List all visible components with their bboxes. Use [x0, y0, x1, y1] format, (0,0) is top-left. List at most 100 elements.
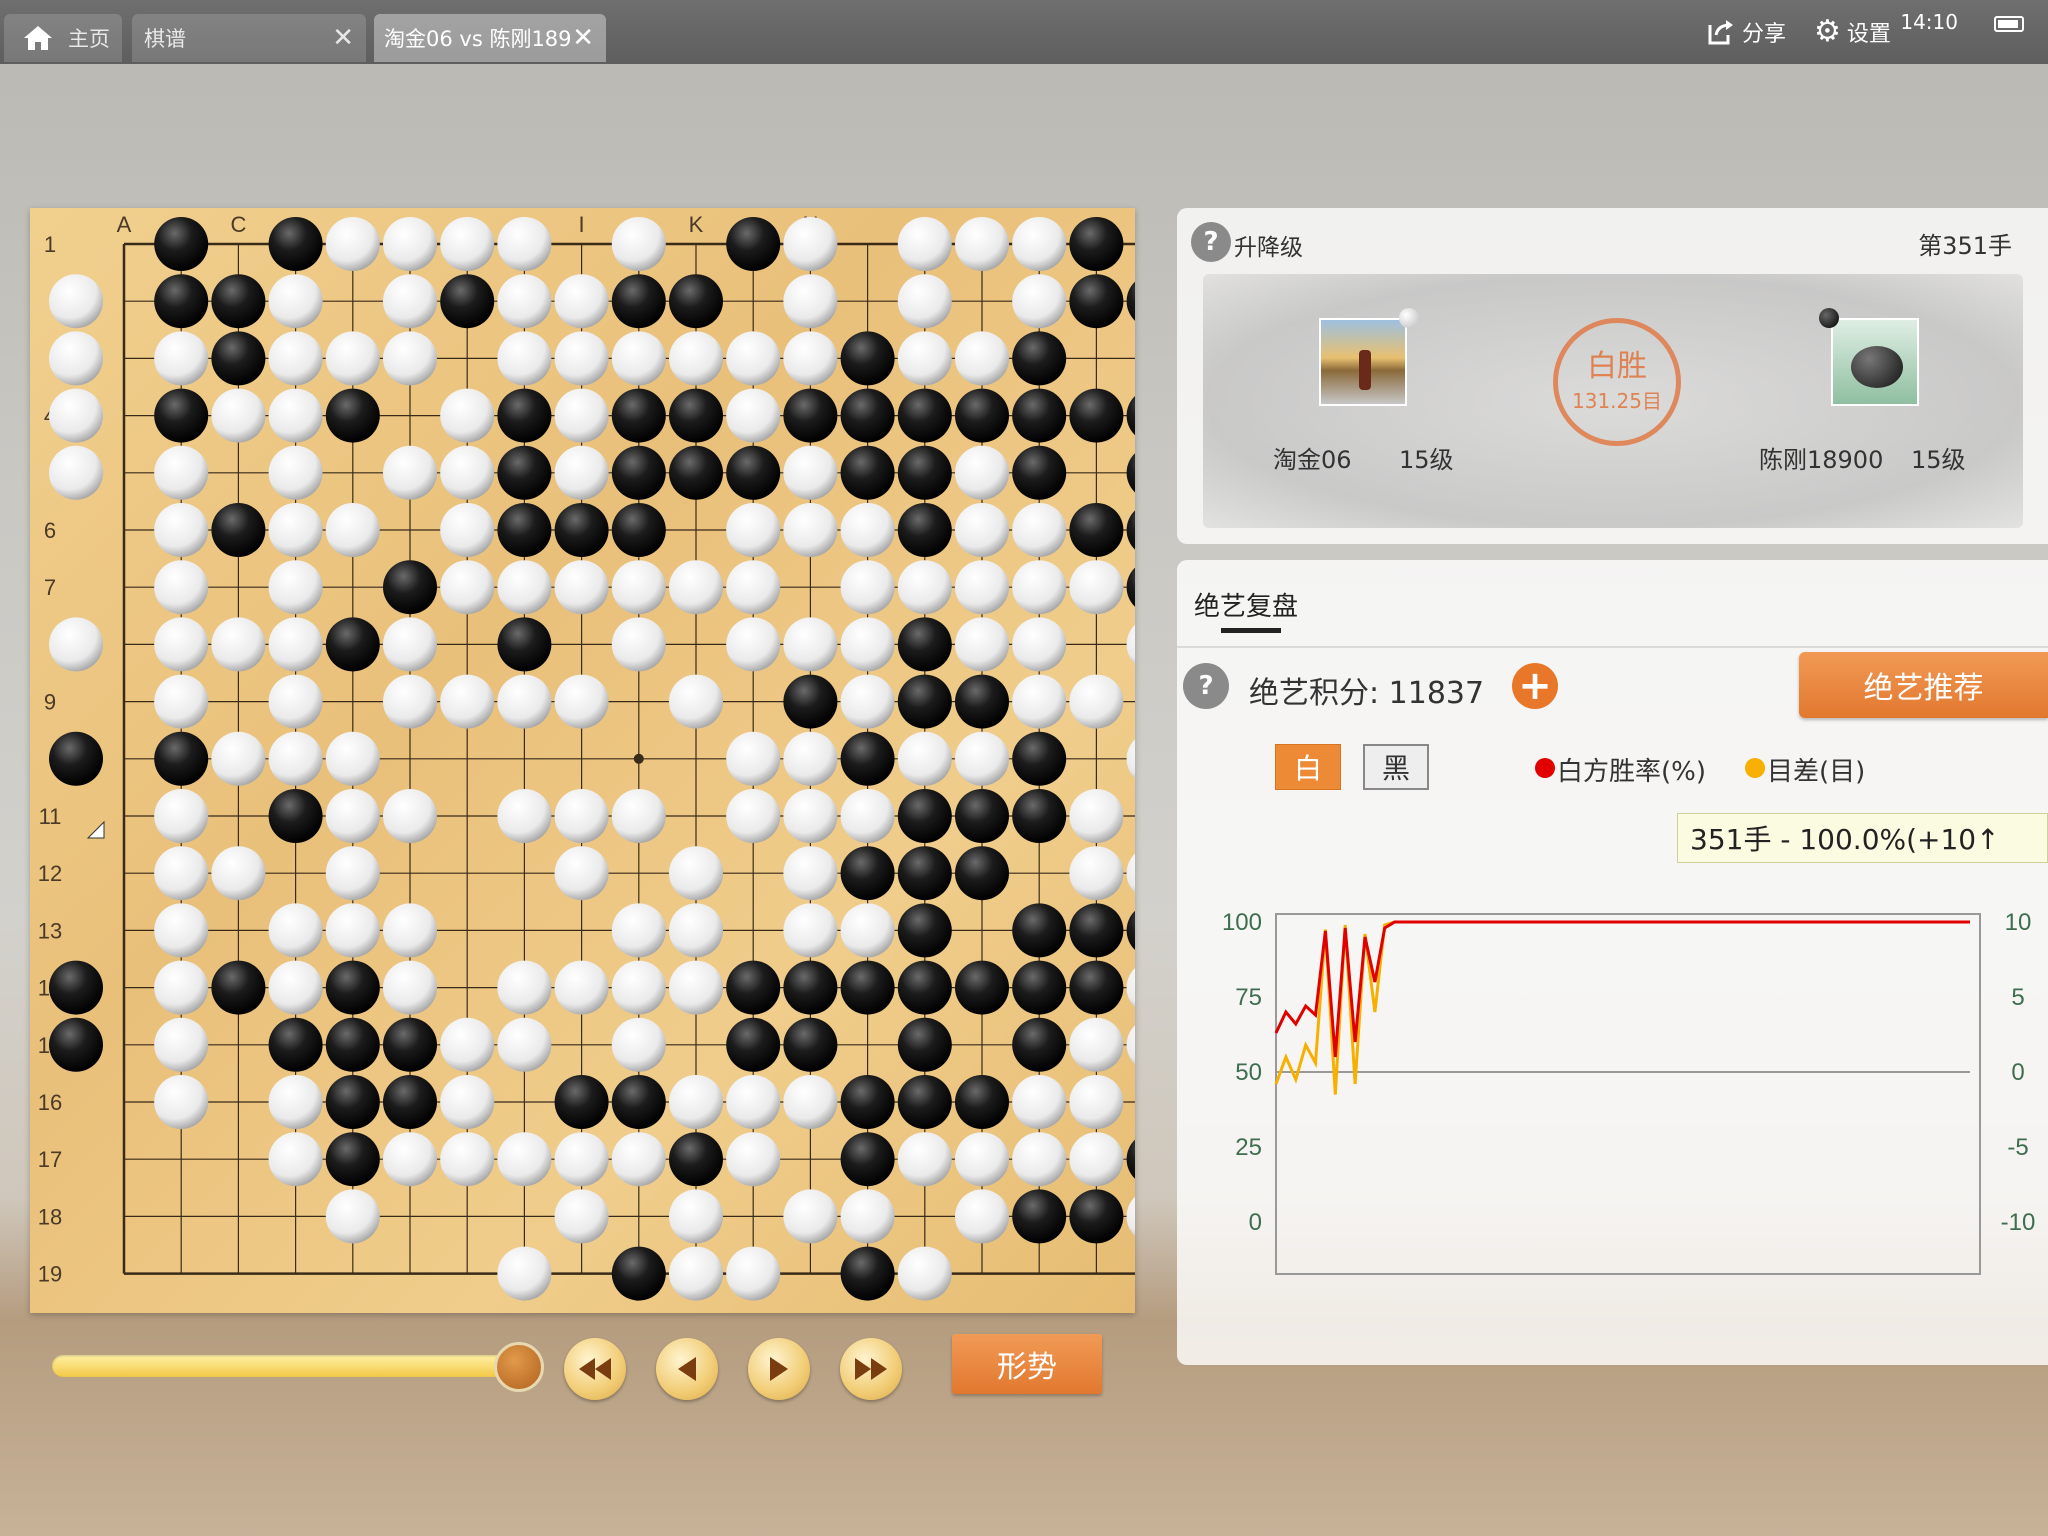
white-stone	[154, 331, 209, 386]
white-stone	[1012, 274, 1067, 329]
row-label: 1	[44, 232, 56, 257]
white-stone	[154, 560, 209, 615]
white-stone	[1012, 503, 1067, 557]
white-stone	[1126, 731, 1181, 786]
white-stone	[49, 445, 103, 500]
white-stone	[325, 789, 380, 843]
next-move-button[interactable]	[748, 1338, 810, 1400]
black-stone	[840, 846, 895, 901]
column-label: A	[117, 212, 132, 237]
white-stone	[49, 617, 103, 672]
white-stone	[440, 1075, 495, 1129]
row-label: 16	[38, 1090, 62, 1115]
winrate-chart[interactable]: 10075502501050-5-10	[1177, 860, 2048, 1280]
black-stone	[1126, 274, 1181, 329]
row-label: 7	[44, 575, 56, 600]
close-icon[interactable]: ✕	[332, 25, 354, 51]
white-stone	[669, 903, 723, 958]
white-stone	[211, 388, 266, 443]
white-stone	[726, 388, 781, 443]
black-stone	[497, 617, 552, 672]
black-stone	[783, 388, 838, 443]
tab-game[interactable]: 淘金06 vs 陈刚189 ✕	[374, 14, 606, 62]
white-stone	[611, 331, 666, 386]
last-move-button[interactable]	[840, 1338, 902, 1400]
black-stone	[1069, 274, 1124, 329]
toggle-black[interactable]: 黑	[1363, 744, 1429, 790]
black-stone	[840, 1075, 895, 1129]
prev-move-button[interactable]	[656, 1338, 718, 1400]
white-stone	[383, 960, 437, 1015]
move-slider[interactable]	[52, 1355, 522, 1377]
slider-handle[interactable]	[494, 1342, 544, 1392]
shape-button[interactable]: 形势	[952, 1334, 1102, 1394]
first-move-button[interactable]	[564, 1338, 626, 1400]
black-stone	[840, 445, 895, 500]
tab-records[interactable]: 棋谱 ✕	[132, 14, 366, 62]
white-stone	[49, 331, 103, 386]
help-icon[interactable]: ?	[1183, 663, 1229, 709]
white-player-avatar[interactable]	[1319, 318, 1407, 406]
white-stone	[783, 1075, 838, 1129]
black-stone	[268, 1017, 323, 1072]
white-stone	[783, 331, 838, 386]
board-grid[interactable]: ACIKNS14679111213141516171819	[30, 208, 1181, 1313]
black-stone	[897, 617, 952, 672]
black-stone	[497, 445, 552, 500]
white-stone	[955, 445, 1009, 500]
white-stone	[268, 1132, 323, 1187]
black-stone	[1012, 903, 1067, 958]
white-stone	[1012, 560, 1067, 615]
white-stone	[554, 960, 609, 1015]
white-stone	[154, 445, 209, 500]
white-stone	[383, 674, 437, 729]
white-stone	[268, 617, 323, 672]
white-stone	[955, 331, 1009, 386]
white-stone	[497, 1132, 552, 1187]
white-stone	[1069, 846, 1124, 901]
white-stone	[669, 846, 723, 901]
white-stone	[1069, 789, 1124, 843]
black-player-avatar[interactable]	[1831, 318, 1919, 406]
black-stone	[49, 731, 103, 786]
white-stone	[955, 1189, 1009, 1244]
white-stone	[211, 617, 266, 672]
recommend-button[interactable]: 绝艺推荐	[1799, 652, 2048, 718]
white-stone	[154, 846, 209, 901]
black-stone	[1126, 445, 1181, 500]
white-stone	[554, 445, 609, 500]
tab-home[interactable]: 主页	[4, 14, 122, 62]
black-stone	[1126, 388, 1181, 443]
tab-review[interactable]: 绝艺复盘	[1194, 586, 1298, 623]
black-stone	[955, 674, 1009, 729]
black-stone	[1069, 217, 1124, 271]
rank-change-label: 升降级	[1234, 235, 1303, 261]
home-icon	[24, 26, 52, 50]
left-arrow-icon	[678, 1357, 696, 1381]
toggle-white[interactable]: 白	[1275, 744, 1341, 790]
black-stone	[325, 960, 380, 1015]
settings-button[interactable]: ⚙ 设置	[1814, 16, 1891, 48]
white-stone	[154, 789, 209, 843]
close-icon[interactable]: ✕	[572, 25, 594, 51]
white-stone	[497, 331, 552, 386]
white-stone	[897, 331, 952, 386]
white-stone	[840, 903, 895, 958]
add-points-button[interactable]: +	[1512, 663, 1558, 709]
white-stone	[497, 1246, 552, 1301]
white-stone	[497, 789, 552, 843]
help-icon[interactable]: ?	[1191, 222, 1231, 262]
white-stone	[325, 731, 380, 786]
go-board[interactable]: ACIKNS14679111213141516171819	[30, 208, 1181, 1313]
white-stone	[211, 731, 266, 786]
legend-winrate: 白方胜率(%)	[1557, 757, 1706, 787]
black-stone	[897, 960, 952, 1015]
black-player-rank: 15级	[1911, 446, 1966, 474]
black-stone	[840, 960, 895, 1015]
black-stone	[383, 560, 437, 615]
settings-label: 设置	[1846, 22, 1891, 47]
analysis-panel: 绝艺复盘 ? 绝艺积分: 11837 + 绝艺推荐 白 黑 白方胜率(%) 目差…	[1177, 560, 2048, 1365]
white-stone	[955, 731, 1009, 786]
black-stone	[897, 846, 952, 901]
share-button[interactable]: 分享	[1706, 16, 1786, 48]
